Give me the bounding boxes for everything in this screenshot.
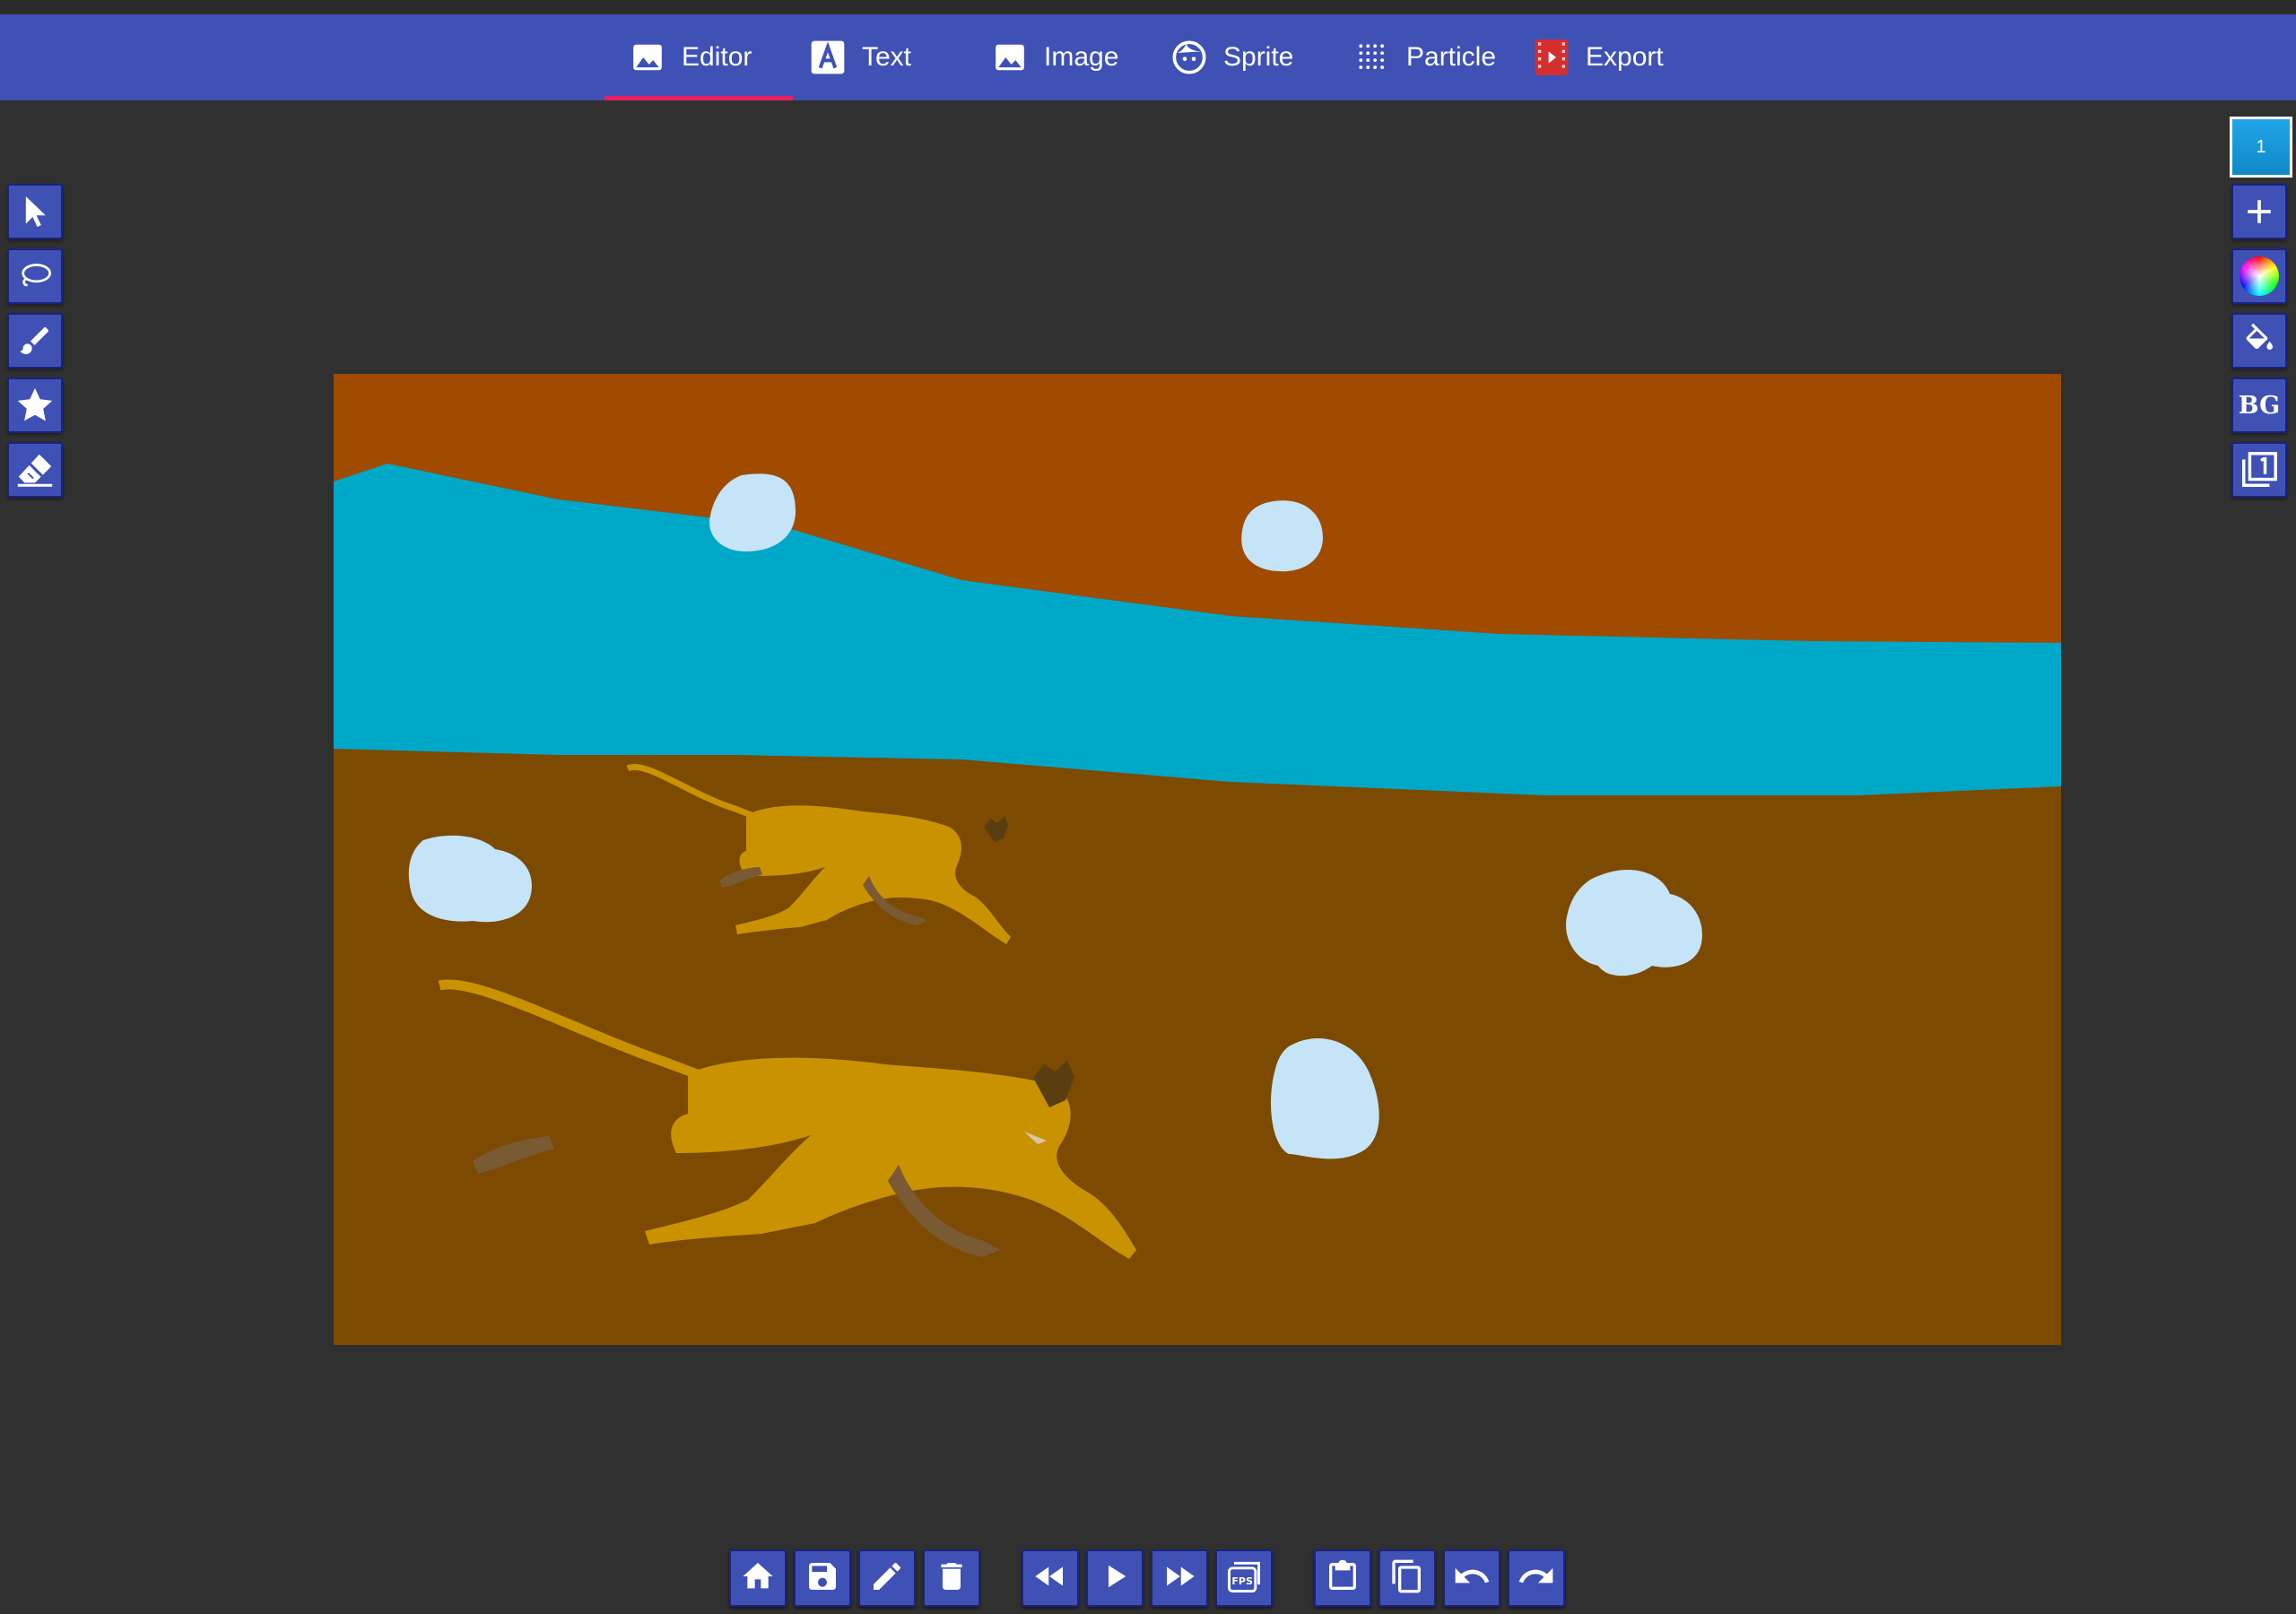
film-icon	[1534, 39, 1570, 75]
clipboard-icon	[1325, 1558, 1361, 1599]
color-picker-button[interactable]	[2231, 248, 2287, 304]
tab-editor[interactable]: Editor	[604, 14, 794, 100]
fast-forward-icon	[1161, 1558, 1198, 1600]
fps-icon: FPS	[1224, 1557, 1264, 1601]
dots-grid-icon	[1354, 39, 1390, 75]
redo-icon	[1517, 1557, 1556, 1601]
face-icon	[1171, 39, 1207, 75]
add-frame-button[interactable]	[2231, 184, 2287, 239]
cloud	[1241, 500, 1323, 572]
text-a-icon	[810, 39, 846, 75]
tab-label: Particle	[1406, 42, 1497, 72]
plus-icon	[2244, 196, 2274, 227]
image-icon	[992, 39, 1028, 75]
eraser-tool-button[interactable]	[7, 442, 63, 498]
fast-forward-button[interactable]	[1151, 1549, 1208, 1607]
lasso-icon	[17, 261, 53, 291]
window-top-strip	[0, 0, 2296, 14]
fill-button[interactable]	[2231, 313, 2287, 369]
paint-bucket-icon	[2241, 323, 2277, 359]
tab-label: Sprite	[1223, 42, 1294, 72]
shape-tool-button[interactable]	[7, 377, 63, 433]
select-tool-button[interactable]	[7, 184, 63, 239]
eraser-icon	[14, 449, 56, 490]
lasso-tool-button[interactable]	[7, 248, 63, 304]
brush-tool-button[interactable]	[7, 313, 63, 369]
drawing-canvas[interactable]	[334, 374, 2061, 1345]
background-button[interactable]: BG	[2231, 377, 2287, 433]
top-nav-bar: Editor Text Image Sprite Particle Export	[0, 14, 2296, 100]
arrow-pointer-icon	[20, 195, 50, 229]
redo-button[interactable]	[1508, 1549, 1565, 1607]
undo-icon	[1452, 1557, 1492, 1601]
color-wheel-icon	[2239, 256, 2279, 296]
paste-button[interactable]	[1314, 1549, 1371, 1607]
svg-text:FPS: FPS	[1231, 1575, 1253, 1587]
tab-label: Text	[862, 42, 912, 72]
tab-label: Export	[1586, 42, 1664, 72]
frame-number: 1	[2256, 136, 2266, 157]
play-icon	[1096, 1558, 1134, 1600]
tab-export[interactable]: Export	[1534, 14, 1664, 100]
brush-icon	[17, 323, 53, 359]
bg-label: BG	[2238, 391, 2281, 420]
play-button[interactable]	[1086, 1549, 1144, 1607]
copy-icon	[1389, 1558, 1425, 1599]
tab-particle[interactable]: Particle	[1354, 14, 1496, 100]
delete-button[interactable]	[923, 1549, 980, 1607]
copy-button[interactable]	[1378, 1549, 1436, 1607]
trash-icon	[934, 1558, 970, 1599]
rewind-icon	[1031, 1558, 1069, 1600]
tab-text[interactable]: Text	[810, 14, 911, 100]
edit-button[interactable]	[858, 1549, 916, 1607]
pencil-icon	[869, 1558, 905, 1599]
fps-button[interactable]: FPS	[1215, 1549, 1273, 1607]
home-button[interactable]	[729, 1549, 787, 1607]
tab-sprite[interactable]: Sprite	[1171, 14, 1293, 100]
home-icon	[740, 1558, 776, 1599]
image-icon	[630, 39, 665, 75]
rewind-button[interactable]	[1022, 1549, 1079, 1607]
save-icon	[804, 1558, 840, 1599]
tab-label: Editor	[682, 42, 752, 72]
tab-label: Image	[1044, 42, 1119, 72]
layers-button[interactable]	[2231, 442, 2287, 498]
frame-thumbnail[interactable]: 1	[2230, 117, 2292, 178]
layers-icon	[2239, 449, 2280, 490]
undo-button[interactable]	[1443, 1549, 1500, 1607]
star-icon	[14, 385, 56, 426]
save-button[interactable]	[794, 1549, 851, 1607]
tab-image[interactable]: Image	[992, 14, 1118, 100]
